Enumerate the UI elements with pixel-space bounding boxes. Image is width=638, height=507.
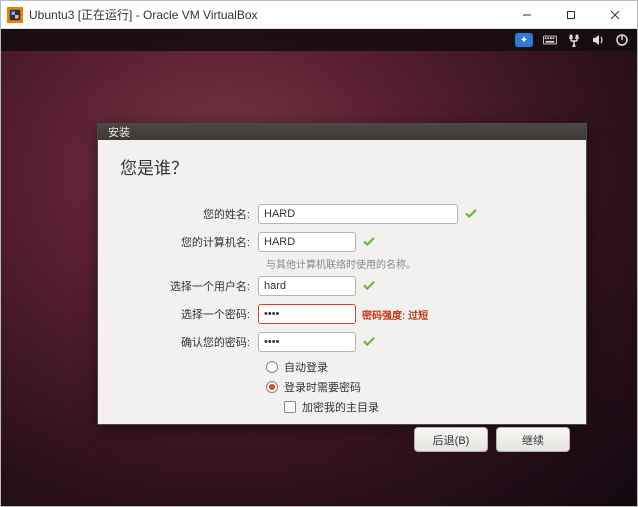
accessibility-icon[interactable]: ✦ xyxy=(515,33,533,47)
option-auto-login[interactable]: 自动登录 xyxy=(266,359,564,375)
row-confirm: 确认您的密码: xyxy=(120,331,564,353)
virtualbox-icon xyxy=(7,7,23,23)
option-require-password[interactable]: 登录时需要密码 xyxy=(266,379,564,395)
minimize-button[interactable] xyxy=(505,1,549,29)
volume-icon[interactable] xyxy=(591,33,605,47)
label-confirm: 确认您的密码: xyxy=(120,334,258,350)
input-password[interactable] xyxy=(258,304,356,324)
installer-heading: 您是谁？ xyxy=(98,140,586,191)
check-icon xyxy=(362,335,376,349)
guest-screen: ✦ 安装 您是谁？ 您的姓名: 您的计算 xyxy=(1,29,637,506)
password-strength-label: 密码强度: 过短 xyxy=(362,307,428,322)
hostname-hint: 与其他计算机联络时使用的名称。 xyxy=(266,256,564,271)
input-hostname[interactable] xyxy=(258,232,356,252)
radio-label: 登录时需要密码 xyxy=(284,379,361,395)
close-button[interactable] xyxy=(593,1,637,29)
input-fullname[interactable] xyxy=(258,204,458,224)
input-username[interactable] xyxy=(258,276,356,296)
host-window-title: Ubuntu3 [正在运行] - Oracle VM VirtualBox xyxy=(29,6,258,23)
row-username: 选择一个用户名: xyxy=(120,275,564,297)
power-icon[interactable] xyxy=(615,33,629,47)
virtualbox-window: Ubuntu3 [正在运行] - Oracle VM VirtualBox ✦ … xyxy=(0,0,638,507)
radio-label: 自动登录 xyxy=(284,359,328,375)
back-button[interactable]: 后退(B) xyxy=(414,427,488,452)
option-encrypt-home[interactable]: 加密我的主目录 xyxy=(284,399,564,415)
label-username: 选择一个用户名: xyxy=(120,278,258,294)
input-confirm[interactable] xyxy=(258,332,356,352)
keyboard-icon[interactable] xyxy=(543,33,557,47)
check-icon xyxy=(464,207,478,221)
row-hostname: 您的计算机名: xyxy=(120,231,564,253)
installer-titlebar: 安装 xyxy=(98,124,586,140)
button-bar: 后退(B) 继续 xyxy=(98,419,586,464)
installer-dialog: 安装 您是谁？ 您的姓名: 您的计算机名: xyxy=(97,123,587,425)
label-fullname: 您的姓名: xyxy=(120,206,258,222)
checkbox-icon xyxy=(284,401,296,413)
host-titlebar: Ubuntu3 [正在运行] - Oracle VM VirtualBox xyxy=(1,1,637,29)
checkbox-label: 加密我的主目录 xyxy=(302,399,379,415)
ubuntu-menubar: ✦ xyxy=(1,29,637,51)
radio-icon xyxy=(266,361,278,373)
label-hostname: 您的计算机名: xyxy=(120,234,258,250)
maximize-button[interactable] xyxy=(549,1,593,29)
row-password: 选择一个密码: 密码强度: 过短 xyxy=(120,303,564,325)
continue-button[interactable]: 继续 xyxy=(496,427,570,452)
network-icon[interactable] xyxy=(567,33,581,47)
radio-icon xyxy=(266,381,278,393)
form-area: 您的姓名: 您的计算机名: 与其他计算机联络时使用的名称。 选择一个用户名: xyxy=(98,199,586,419)
label-password: 选择一个密码: xyxy=(120,306,258,322)
row-fullname: 您的姓名: xyxy=(120,203,564,225)
installer-titlebar-text: 安装 xyxy=(108,124,130,140)
check-icon xyxy=(362,235,376,249)
check-icon xyxy=(362,279,376,293)
